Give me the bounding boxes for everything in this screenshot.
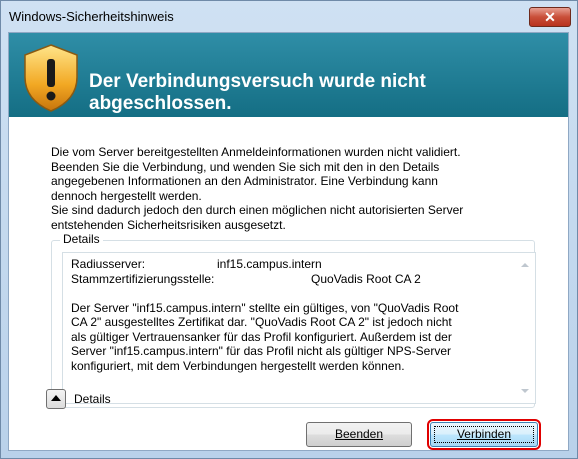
details-scrollbar[interactable] — [517, 255, 533, 401]
message-line: angegebenen Informationen an den Adminis… — [51, 174, 438, 188]
radius-server-row: Radiusserver: inf15.campus.intern — [71, 257, 496, 272]
message-line: Die vom Server bereitgestellten Anmeldei… — [51, 145, 461, 159]
root-ca-label: Stammzertifizierungsstelle: — [71, 271, 215, 286]
root-ca-value: QuoVadis Root CA 2 — [311, 271, 421, 286]
title-bar[interactable]: Windows-Sicherheitshinweis ✕ — [1, 1, 577, 33]
warning-shield-icon — [24, 44, 78, 112]
details-line: als gültiger Vertrauensanker für das Pro… — [71, 329, 452, 344]
close-button[interactable]: ✕ — [529, 7, 571, 27]
details-textbox[interactable]: Radiusserver: inf15.campus.intern Stammz… — [62, 252, 536, 404]
warning-banner: Der Verbindungsversuch wurde nicht abges… — [9, 33, 568, 117]
details-line: Der Server "inf15.campus.intern" stellte… — [71, 300, 459, 315]
close-icon: ✕ — [544, 9, 556, 25]
focus-rectangle — [434, 426, 534, 443]
details-toggle-label[interactable]: Details — [74, 392, 111, 406]
details-group: Details Radiusserver: inf15.campus.inter… — [51, 232, 536, 408]
radius-server-label: Radiusserver: — [71, 257, 146, 271]
details-line: konfiguriert, mit dem Verbindungen herge… — [71, 358, 405, 373]
connect-button[interactable]: Verbinden — [427, 419, 541, 450]
message-line: Beenden Sie die Verbindung, und wenden S… — [51, 159, 440, 174]
message-text: Die vom Server bereitgestellten Anmeldei… — [51, 145, 521, 232]
details-content: Radiusserver: inf15.campus.intern Stammz… — [71, 257, 496, 373]
quit-button-label: Beenden — [334, 427, 384, 441]
details-toggle-button[interactable] — [46, 389, 66, 409]
details-line: Server "inf15.campus.intern" für das Pro… — [71, 344, 452, 358]
quit-button[interactable]: Beenden — [306, 422, 412, 447]
scroll-up-icon[interactable] — [521, 263, 529, 267]
message-line: entstehenden Sicherheitsrisiken ausgeset… — [51, 217, 286, 232]
details-group-label: Details — [60, 232, 103, 246]
scroll-down-icon[interactable] — [521, 389, 529, 393]
banner-heading: Der Verbindungsversuch wurde nicht abges… — [89, 71, 426, 114]
radius-server-value: inf15.campus.intern — [217, 257, 322, 271]
message-line: dennoch hergestellt werden. — [51, 188, 202, 203]
message-line: Sie sind dadurch jedoch den durch einen … — [51, 203, 464, 217]
root-ca-row: Stammzertifizierungsstelle: QuoVadis Roo… — [71, 272, 496, 287]
dialog-client-area: Der Verbindungsversuch wurde nicht abges… — [8, 32, 569, 451]
details-line: CA 2" ausgestelltes Zertifikat dar. "Quo… — [71, 315, 452, 329]
window-title: Windows-Sicherheitshinweis — [9, 9, 174, 24]
